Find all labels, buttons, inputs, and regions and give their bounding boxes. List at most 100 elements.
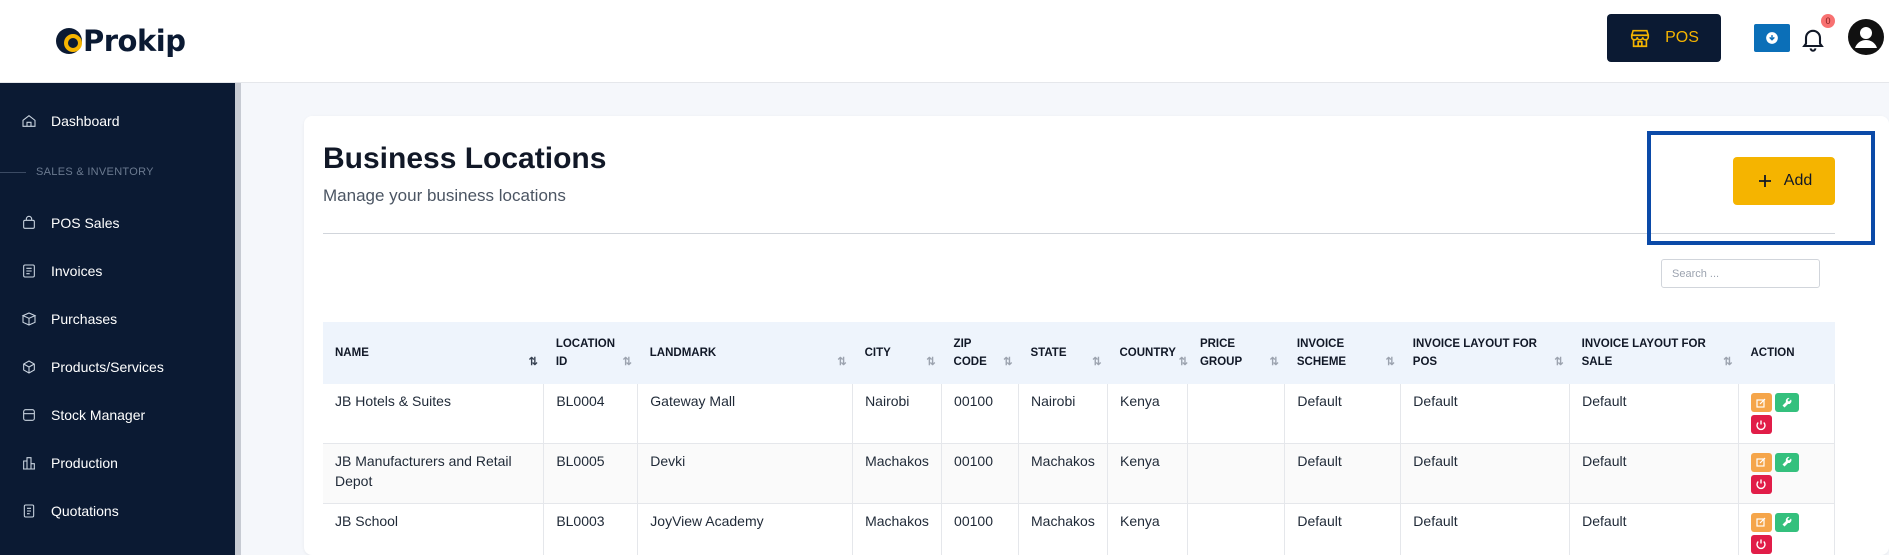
- sidebar-item-quotations[interactable]: Quotations: [21, 503, 119, 519]
- edit-button[interactable]: [1750, 452, 1772, 472]
- sort-icon[interactable]: ⇅: [1723, 353, 1732, 371]
- sort-icon[interactable]: ⇅: [529, 353, 538, 371]
- cell-actions: [1738, 384, 1836, 444]
- cell-invoice-layout-pos: Default: [1400, 384, 1571, 444]
- column-header-location-id[interactable]: LOCATION ID ⇅: [543, 322, 638, 384]
- brand-name: Prokip: [83, 24, 186, 58]
- search-input[interactable]: [1661, 259, 1820, 288]
- sidebar-item-production[interactable]: Production: [21, 455, 118, 471]
- sort-icon[interactable]: ⇅: [1003, 353, 1012, 371]
- sidebar-item-label: Purchases: [51, 311, 118, 327]
- cell-country: Kenya: [1107, 384, 1189, 444]
- cell-name: JB Hotels & Suites: [323, 384, 545, 444]
- cell-name: JB Manufacturers and Retail Depot: [323, 443, 545, 504]
- sort-icon[interactable]: ⇅: [926, 353, 935, 371]
- column-header-city[interactable]: CITY ⇅: [852, 322, 942, 384]
- section-divider: [0, 171, 26, 173]
- wrench-icon: [1782, 397, 1792, 407]
- sort-icon[interactable]: ⇅: [1386, 353, 1395, 371]
- sidebar-item-label: POS Sales: [51, 215, 120, 231]
- cell-actions: [1738, 443, 1836, 504]
- settings-button[interactable]: [1774, 452, 1799, 472]
- edit-icon: [1756, 517, 1766, 527]
- prokip-logo-icon: [56, 28, 82, 54]
- column-header-zip-code[interactable]: ZIP CODE ⇅: [941, 322, 1019, 384]
- pos-button-label: POS: [1665, 29, 1699, 46]
- folder-icon: [23, 409, 35, 421]
- cell-location-id: BL0004: [543, 384, 639, 444]
- column-header-country[interactable]: COUNTRY ⇅: [1107, 322, 1188, 384]
- column-header-invoice-layout-sale[interactable]: INVOICE LAYOUT FOR SALE ⇅: [1569, 322, 1739, 384]
- column-header-price-group[interactable]: PRICE GROUP ⇅: [1187, 322, 1285, 384]
- sidebar: Dashboard SALES & INVENTORY POS Sales In…: [0, 83, 241, 555]
- column-header-invoice-scheme[interactable]: INVOICE SCHEME ⇅: [1284, 322, 1401, 384]
- cell-city: Machakos: [852, 443, 943, 504]
- cell-invoice-layout-sale: Default: [1569, 503, 1739, 555]
- cube-icon: [23, 360, 35, 374]
- cell-location-id: BL0005: [543, 443, 639, 504]
- settings-button[interactable]: [1774, 512, 1799, 532]
- deactivate-button[interactable]: [1750, 415, 1772, 434]
- deactivate-button[interactable]: [1750, 474, 1772, 494]
- column-header-state[interactable]: STATE ⇅: [1018, 322, 1108, 384]
- sort-icon[interactable]: ⇅: [1270, 353, 1279, 371]
- deactivate-button[interactable]: [1750, 534, 1772, 554]
- user-avatar-icon[interactable]: [1848, 19, 1884, 55]
- column-header-name[interactable]: NAME ⇅: [323, 322, 544, 384]
- page-subtitle: Manage your business locations: [323, 186, 566, 205]
- sidebar-item-purchases[interactable]: Purchases: [21, 311, 117, 327]
- edit-button[interactable]: [1750, 393, 1772, 412]
- home-icon: [22, 114, 36, 127]
- sort-icon[interactable]: ⇅: [1092, 353, 1101, 371]
- cell-invoice-layout-pos: Default: [1400, 503, 1571, 555]
- sort-icon[interactable]: ⇅: [1554, 353, 1563, 371]
- cell-state: Nairobi: [1018, 384, 1108, 444]
- cell-name: JB School: [323, 503, 545, 555]
- edit-icon: [1756, 398, 1766, 408]
- sidebar-item-products-services[interactable]: Products/Services: [21, 359, 164, 375]
- cell-invoice-scheme: Default: [1284, 384, 1402, 444]
- bell-icon[interactable]: [1799, 24, 1827, 54]
- cell-price-group: [1187, 443, 1286, 504]
- cell-price-group: [1187, 384, 1286, 444]
- sidebar-item-dashboard[interactable]: Dashboard: [21, 113, 120, 129]
- power-icon: [1756, 420, 1767, 430]
- cell-zip-code: 00100: [941, 384, 1020, 444]
- sidebar-item-label: Quotations: [51, 503, 119, 519]
- store-icon: [1631, 29, 1650, 48]
- sidebar-item-invoices[interactable]: Invoices: [21, 263, 102, 279]
- edit-button[interactable]: [1750, 512, 1772, 532]
- factory-icon: [23, 457, 35, 470]
- table-header-row: NAME ⇅ LOCATION ID ⇅ LANDMARK ⇅ CITY ⇅ ZIP COD…: [323, 322, 1835, 384]
- brand-logo[interactable]: Prokip: [56, 24, 186, 58]
- cell-state: Machakos: [1018, 443, 1108, 504]
- sort-icon[interactable]: ⇅: [837, 353, 846, 371]
- column-header-invoice-layout-pos[interactable]: INVOICE LAYOUT FOR POS ⇅: [1400, 322, 1570, 384]
- pos-button[interactable]: POS: [1607, 14, 1721, 62]
- sidebar-item-stock-manager[interactable]: Stock Manager: [21, 407, 145, 423]
- page-title: Business Locations: [323, 142, 607, 175]
- plus-icon: [1758, 175, 1771, 187]
- sort-icon[interactable]: ⇅: [1179, 353, 1188, 371]
- table-row: JB School BL0003 JoyView Academy Machako…: [323, 503, 1836, 555]
- settings-button[interactable]: [1774, 393, 1799, 412]
- sort-icon[interactable]: ⇅: [623, 353, 632, 371]
- edit-icon: [1756, 457, 1766, 467]
- box-icon: [21, 312, 37, 326]
- cell-zip-code: 00100: [941, 503, 1020, 555]
- quote-icon: [23, 504, 35, 518]
- sidebar-item-label: Stock Manager: [51, 407, 146, 423]
- cell-landmark: JoyView Academy: [637, 503, 854, 555]
- cell-zip-code: 00100: [941, 443, 1020, 504]
- sidebar-item-pos-sales[interactable]: POS Sales: [21, 215, 119, 231]
- cell-invoice-layout-sale: Default: [1569, 443, 1739, 504]
- download-button[interactable]: [1754, 24, 1790, 52]
- cell-location-id: BL0003: [543, 503, 639, 555]
- column-header-landmark[interactable]: LANDMARK ⇅: [637, 322, 853, 384]
- cell-landmark: Gateway Mall: [637, 384, 854, 444]
- wrench-icon: [1782, 456, 1792, 467]
- add-location-button[interactable]: Add: [1733, 157, 1835, 205]
- cell-invoice-scheme: Default: [1284, 443, 1402, 504]
- table-row: JB Manufacturers and Retail Depot BL0005…: [323, 443, 1836, 504]
- section-label: SALES & INVENTORY: [36, 166, 154, 178]
